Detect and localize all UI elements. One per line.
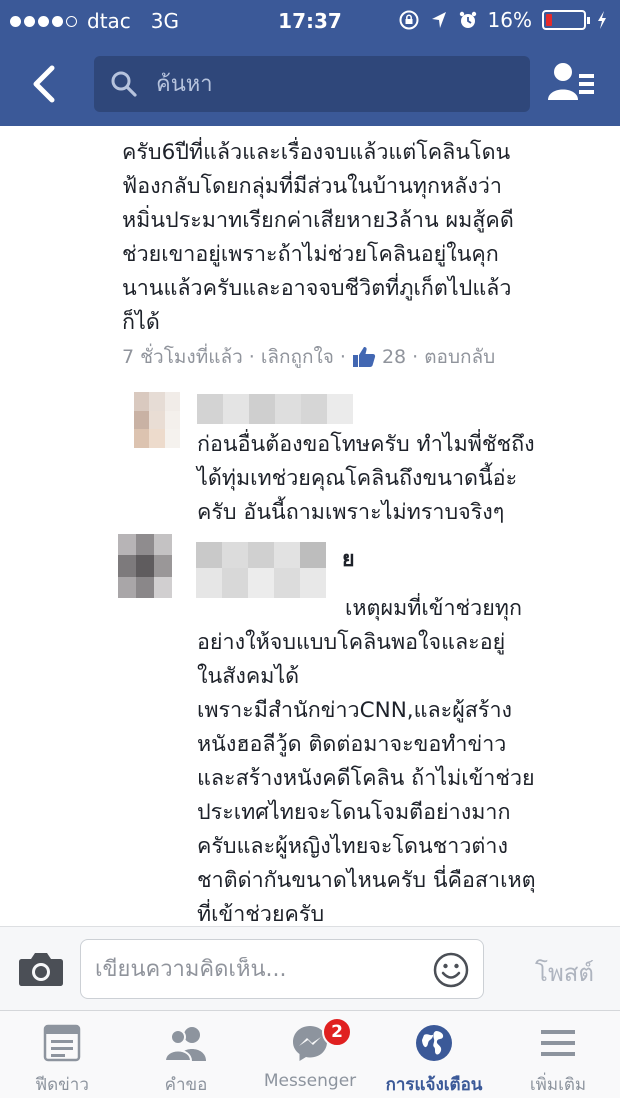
status-bar: dtac 3G 17:37 16% xyxy=(0,0,620,44)
friend-requests-icon xyxy=(164,1027,206,1062)
meta-separator: · xyxy=(339,346,346,368)
comment-meta: 7 ชั่วโมงที่แล้ว · เลิกถูกใจ · 28 · ตอบก… xyxy=(122,342,495,372)
tab-news-feed[interactable]: ฟีดข่าว xyxy=(0,1011,124,1098)
avatar[interactable] xyxy=(134,392,180,448)
notification-badge: 2 xyxy=(322,1017,352,1047)
reply-link[interactable]: ตอบกลับ xyxy=(424,342,495,372)
like-count-value: 28 xyxy=(381,346,407,368)
search-icon xyxy=(111,71,137,97)
rotation-lock-icon xyxy=(399,10,419,30)
comment-timestamp: 7 ชั่วโมงที่แล้ว xyxy=(122,346,243,368)
commenter-name-suffix: ย xyxy=(342,547,355,572)
comment-composer: โพสต์ xyxy=(0,926,620,1010)
comment-input[interactable] xyxy=(95,956,415,982)
back-button[interactable] xyxy=(26,62,66,106)
tab-friend-requests[interactable]: คำขอ xyxy=(124,1011,248,1098)
tab-notifications[interactable]: การแจ้งเตือน xyxy=(372,1011,496,1098)
like-count[interactable]: 28 xyxy=(352,346,406,368)
search-input[interactable] xyxy=(156,71,516,97)
tab-label: ฟีดข่าว xyxy=(35,1075,89,1095)
camera-button[interactable] xyxy=(18,951,64,987)
notifications-globe-icon xyxy=(416,1025,452,1061)
meta-separator: · xyxy=(412,346,419,368)
more-menu-icon xyxy=(541,1030,575,1056)
charging-bolt-icon xyxy=(598,11,606,29)
thumbs-up-icon xyxy=(352,347,376,367)
chevron-left-icon xyxy=(33,65,55,103)
comment-input-box[interactable] xyxy=(80,939,484,999)
unlike-link[interactable]: เลิกถูกใจ xyxy=(261,342,334,372)
emoji-button[interactable] xyxy=(433,952,469,988)
search-bar[interactable] xyxy=(94,56,530,112)
avatar[interactable] xyxy=(118,534,172,598)
comment-text: ครับ6ปีที่แล้วและเรื่องจบแล้วแต่โคลินโดน… xyxy=(122,140,514,335)
comment-text: ก่อนอื่นต้องขอโทษครับ ทำไมพี่ชัชถึง ได้ท… xyxy=(197,432,535,525)
tab-label: การแจ้งเตือน xyxy=(385,1075,483,1095)
comments-thread: ครับ6ปีที่แล้วและเรื่องจบแล้วแต่โคลินโดน… xyxy=(0,126,620,926)
tab-label: Messenger xyxy=(263,1071,357,1091)
battery-icon xyxy=(542,10,590,30)
tab-label: คำขอ xyxy=(164,1075,208,1095)
battery-percent: 16% xyxy=(487,8,532,32)
commenter-name[interactable] xyxy=(197,394,353,424)
bottom-tab-bar: ฟีดข่าว คำขอ 2 Messenger การแจ้งเตือน เพ… xyxy=(0,1010,620,1098)
alarm-clock-icon xyxy=(459,11,476,28)
navigation-bar xyxy=(0,44,620,126)
comment-text: เหตุผมที่เข้าช่วยทุก อย่างให้จบแบบโคลินพ… xyxy=(197,596,536,926)
camera-icon xyxy=(19,953,63,986)
friends-list-icon xyxy=(548,63,594,100)
tab-messenger[interactable]: 2 Messenger xyxy=(248,1011,372,1098)
meta-separator: · xyxy=(248,346,255,368)
smiley-icon xyxy=(433,952,469,988)
location-arrow-icon xyxy=(431,12,446,28)
tab-more[interactable]: เพิ่มเติม xyxy=(496,1011,620,1098)
tab-label: เพิ่มเติม xyxy=(529,1075,587,1095)
news-feed-icon xyxy=(43,1024,81,1062)
post-button[interactable]: โพสต์ xyxy=(535,953,594,992)
friends-list-button[interactable] xyxy=(548,60,598,106)
status-icons: 16% xyxy=(398,8,608,32)
